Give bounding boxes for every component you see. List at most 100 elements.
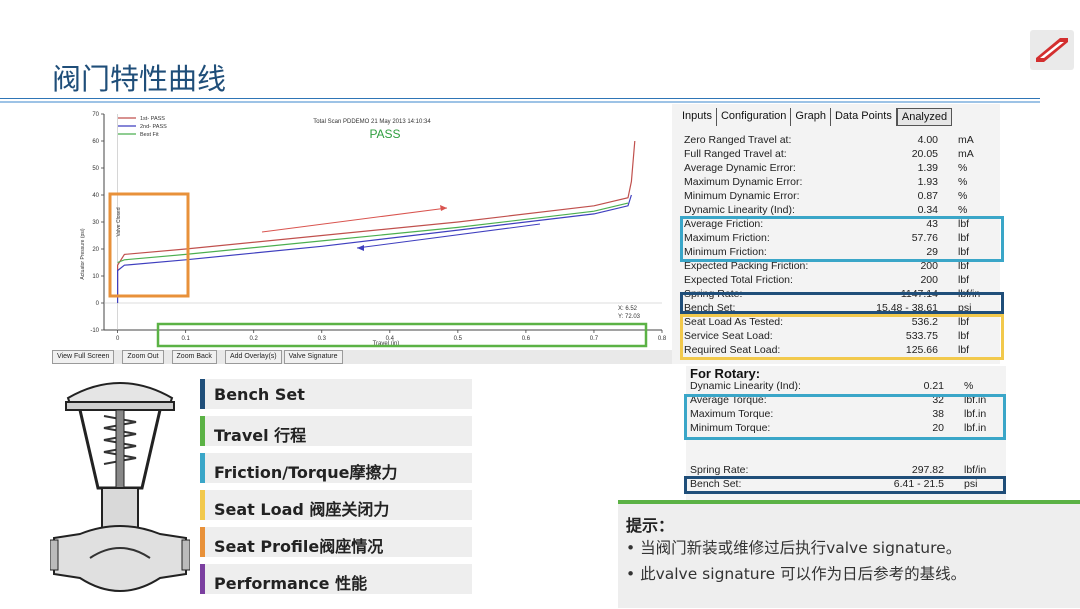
y-tick-label: 70: [92, 112, 99, 118]
y-tick-label: 30: [92, 220, 99, 226]
tab-analyzed[interactable]: Analyzed: [896, 108, 953, 126]
slide-title: 阀门特性曲线: [52, 62, 227, 96]
analysis-value: 0.34: [917, 204, 938, 216]
travel-highlight: [156, 322, 648, 348]
zoom-back-button[interactable]: Zoom Back: [171, 350, 217, 364]
tip-title: 提示：: [626, 516, 675, 535]
zoom-out-button[interactable]: Zoom Out: [122, 350, 164, 364]
analysis-unit: %: [958, 176, 968, 188]
analysis-value: 1.39: [917, 162, 938, 174]
x-tick-label: 0.1: [181, 336, 190, 342]
tab-inputs[interactable]: Inputs: [678, 108, 717, 126]
valve-closed-annotation: Valve Closed: [116, 207, 122, 236]
tip-accent-bar: [618, 500, 1080, 504]
category-label: Seat Load 阀座关闭力: [214, 500, 390, 519]
analysis-value: 1.93: [917, 176, 938, 188]
plot-panel: -10 0 10 20 30 40 50 60 70 0 0.1 0.2 0.3 0.4 0.5 0.6 0.7…: [52, 104, 672, 350]
category-label: Friction/Torque摩擦力: [214, 463, 398, 482]
tip-line: • 当阀门新装或维修过后执行valve signature。: [626, 539, 962, 557]
category-bench-set: Bench Set: [200, 379, 472, 409]
analysis-label: Average Dynamic Error:: [684, 162, 796, 174]
category-seat-load: Seat Load 阀座关闭力: [200, 490, 472, 520]
analysis-row: Expected Packing Friction: 200 lbf: [684, 260, 1004, 274]
y-tick-label: -10: [90, 328, 99, 334]
x-tick-label: 0.8: [658, 336, 667, 342]
title-divider: [0, 98, 1040, 99]
plot-toolbar: View Full Screen Zoom Out Zoom Back Add …: [52, 350, 672, 364]
cursor-y-readout: Y: 72.03: [618, 314, 641, 320]
rotary-label: Spring Rate:: [690, 464, 749, 476]
analysis-label: Zero Ranged Travel at:: [684, 134, 792, 146]
add-overlay-button[interactable]: Add Overlay(s): [224, 350, 282, 364]
category-label: Performance 性能: [214, 574, 368, 593]
increasing-arrow: [261, 205, 448, 233]
category-color-bar: [200, 416, 205, 446]
analysis-row: Average Dynamic Error: 1.39%: [684, 162, 1004, 176]
chart-title: Total Scan PDDEMO 21 May 2013 14:10:34: [313, 119, 431, 125]
analysis-unit: %: [958, 204, 968, 216]
analysis-label: Maximum Dynamic Error:: [684, 176, 803, 188]
tab-data-points[interactable]: Data Points: [831, 108, 897, 126]
category-seat-profile: Seat Profile阀座情况: [200, 527, 472, 557]
signature-chart: -100102030405060700 0.1 0.2 0.3 0.4 0.5 0.6 0.7…: [80, 112, 667, 348]
rotary-unit: %: [964, 380, 974, 392]
x-tick-label: 0.5: [454, 336, 463, 342]
analysis-unit: mA: [958, 148, 974, 160]
legend-label: Best Fit: [140, 132, 159, 138]
friction-highlight: [680, 216, 1004, 262]
analysis-row: Zero Ranged Travel at: 4.00 mA: [684, 134, 1004, 148]
rotary-bench-set-highlight: [684, 476, 1006, 494]
y-tick-label: 20: [92, 247, 99, 253]
x-tick-label: 0.6: [522, 336, 531, 342]
tab-graph[interactable]: Graph: [791, 108, 831, 126]
analysis-value: 0.87: [917, 190, 938, 202]
x-tick-label: 0.7: [590, 336, 599, 342]
control-valve-drawing: [49, 368, 191, 604]
legend-label: 2nd- PASS: [140, 124, 167, 130]
analysis-row: Maximum Dynamic Error: 1.93%: [684, 176, 1004, 190]
x-tick-label: 0.2: [250, 336, 259, 342]
company-logo: [1030, 30, 1074, 70]
analysis-unit: %: [958, 162, 968, 174]
tab-configuration[interactable]: Configuration: [717, 108, 792, 126]
series-line-3: [117, 202, 629, 264]
torque-highlight: [684, 394, 1006, 440]
y-axis-label: Actuator Pressure (psi): [80, 228, 86, 279]
seat-load-highlight: [680, 314, 1004, 360]
cursor-x-readout: X: 6.52: [618, 306, 638, 312]
y-tick-label: 40: [92, 193, 99, 199]
analysis-value: 200: [920, 274, 938, 286]
category-label: Seat Profile阀座情况: [214, 537, 384, 556]
view-full-screen-button[interactable]: View Full Screen: [52, 350, 115, 364]
analysis-label: Full Ranged Travel at:: [684, 148, 787, 160]
rotary-value: 297.82: [911, 464, 944, 476]
category-color-bar: [200, 527, 205, 557]
category-travel: Travel 行程: [200, 416, 472, 446]
y-tick-label: 10: [92, 274, 99, 280]
title-divider-light: [0, 101, 1040, 103]
analysis-unit: lbf: [958, 274, 970, 286]
y-tick-label: 50: [92, 166, 99, 172]
rotary-unit: lbf/in: [964, 464, 987, 476]
tip-line: • 此valve signature 可以作为日后参考的基线。: [626, 565, 967, 583]
rotary-row: Dynamic Linearity (Ind): 0.21%: [690, 380, 1010, 394]
category-label: Travel 行程: [214, 426, 307, 445]
rotary-value: 0.21: [923, 380, 944, 392]
category-color-bar: [200, 490, 205, 520]
analysis-label: Minimum Dynamic Error:: [684, 190, 800, 202]
valve-signature-button[interactable]: Valve Signature: [283, 350, 343, 364]
pass-status: PASS: [369, 127, 400, 141]
tip-box: 提示： • 当阀门新装或维修过后执行valve signature。 • 此va…: [618, 500, 1080, 608]
category-color-bar: [200, 453, 205, 483]
category-color-bar: [200, 379, 205, 409]
y-tick-label: 60: [92, 139, 99, 145]
legend-label: 1st- PASS: [140, 116, 165, 122]
category-color-bar: [200, 564, 205, 594]
analysis-unit: mA: [958, 134, 974, 146]
category-performance: Performance 性能: [200, 564, 472, 594]
y-tick-label: 0: [96, 301, 100, 307]
category-label: Bench Set: [214, 385, 305, 404]
bench-set-highlight: [680, 292, 1004, 314]
analysis-row: Expected Total Friction: 200 lbf: [684, 274, 1004, 288]
series-line-1: [116, 140, 636, 298]
